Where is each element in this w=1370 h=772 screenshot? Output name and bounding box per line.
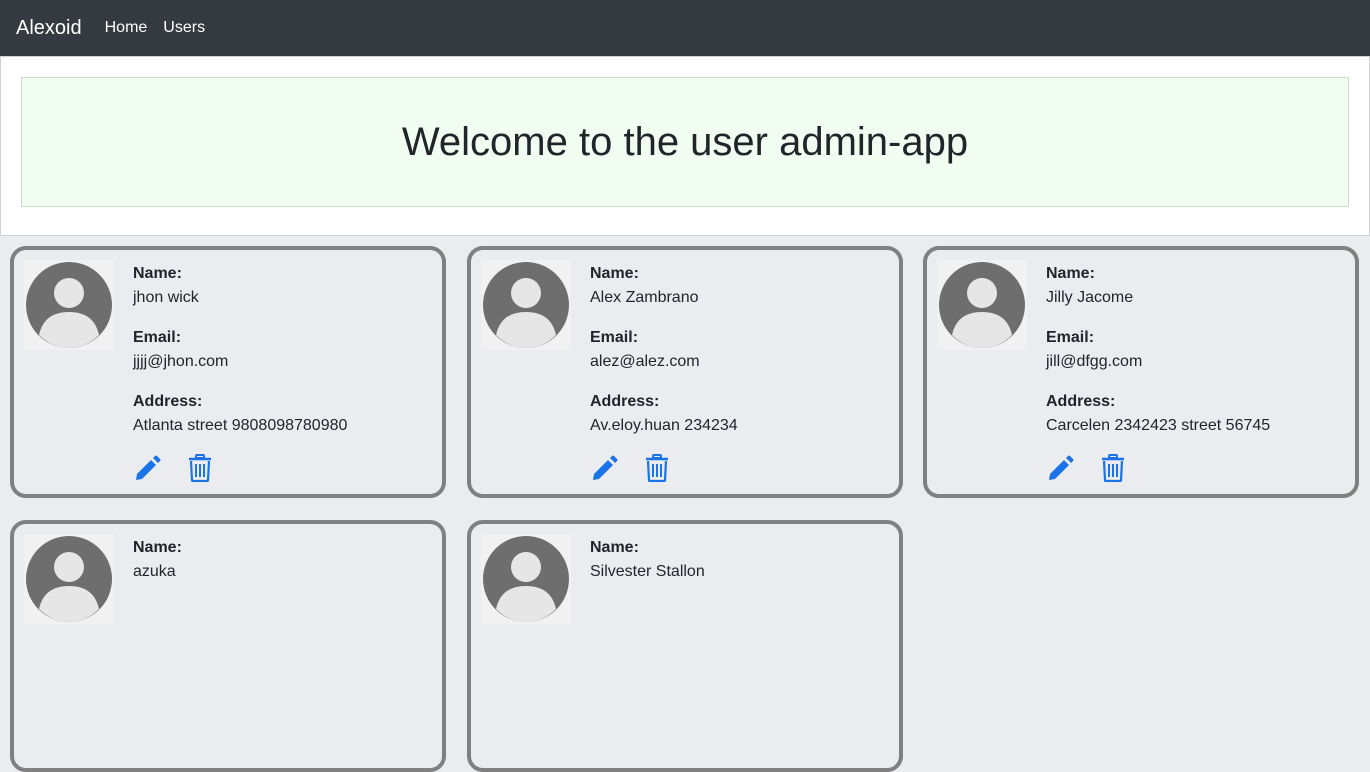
user-address: Atlanta street 9808098780980: [133, 417, 348, 434]
name-label: Name:: [133, 265, 182, 282]
page-title: Welcome to the user admin-app: [401, 119, 969, 164]
top-navbar: Alexoid Home Users: [0, 0, 1370, 56]
address-label: Address:: [1046, 393, 1116, 410]
trash-icon: [1102, 454, 1124, 482]
name-label: Name:: [1046, 265, 1095, 282]
user-name: Alex Zambrano: [590, 289, 699, 306]
pencil-icon: [1049, 455, 1074, 480]
address-label: Address:: [590, 393, 660, 410]
user-silhouette-icon: [24, 534, 114, 624]
pencil-icon: [593, 455, 618, 480]
pencil-icon: [136, 455, 161, 480]
user-silhouette-icon: [481, 534, 571, 624]
user-name: Jilly Jacome: [1046, 289, 1134, 306]
trash-icon: [189, 454, 211, 482]
nav-link-users[interactable]: Users: [163, 19, 205, 37]
user-name: jhon wick: [133, 289, 199, 306]
user-details: Name: Silvester Stallon: [590, 537, 890, 601]
edit-user-button[interactable]: [133, 453, 163, 483]
address-label: Address:: [133, 393, 203, 410]
email-label: Email:: [590, 329, 639, 346]
delete-user-button[interactable]: [642, 453, 672, 483]
user-card: Name: Jilly Jacome Email: jill@dfgg.com …: [923, 246, 1359, 498]
name-label: Name:: [590, 539, 639, 556]
name-label: Name:: [590, 265, 639, 282]
email-label: Email:: [1046, 329, 1095, 346]
user-details: Name: Alex Zambrano Email: alez@alez.com…: [590, 263, 890, 455]
user-card: Name: jhon wick Email: jjjj@jhon.com Add…: [10, 246, 446, 498]
user-card: Name: azuka: [10, 520, 446, 772]
trash-icon: [646, 454, 668, 482]
user-card: Name: Alex Zambrano Email: alez@alez.com…: [467, 246, 903, 498]
name-label: Name:: [133, 539, 182, 556]
hero-section: Welcome to the user admin-app: [0, 56, 1370, 236]
user-name: Silvester Stallon: [590, 563, 705, 580]
delete-user-button[interactable]: [185, 453, 215, 483]
user-details: Name: jhon wick Email: jjjj@jhon.com Add…: [133, 263, 433, 455]
card-actions: [590, 453, 694, 483]
user-address: Carcelen 2342423 street 56745: [1046, 417, 1271, 434]
user-email: alez@alez.com: [590, 353, 700, 370]
user-card: Name: Silvester Stallon: [467, 520, 903, 772]
user-silhouette-icon: [481, 260, 571, 350]
user-details: Name: azuka: [133, 537, 433, 601]
user-email: jill@dfgg.com: [1046, 353, 1143, 370]
welcome-banner: Welcome to the user admin-app: [21, 77, 1349, 207]
user-email: jjjj@jhon.com: [133, 353, 229, 370]
email-label: Email:: [133, 329, 182, 346]
user-address: Av.eloy.huan 234234: [590, 417, 738, 434]
user-details: Name: Jilly Jacome Email: jill@dfgg.com …: [1046, 263, 1346, 455]
nav-link-home[interactable]: Home: [105, 19, 148, 37]
card-actions: [133, 453, 237, 483]
brand-logo-link[interactable]: Alexoid: [16, 17, 82, 40]
user-silhouette-icon: [24, 260, 114, 350]
card-actions: [1046, 453, 1150, 483]
user-name: azuka: [133, 563, 176, 580]
edit-user-button[interactable]: [590, 453, 620, 483]
delete-user-button[interactable]: [1098, 453, 1128, 483]
user-silhouette-icon: [937, 260, 1027, 350]
edit-user-button[interactable]: [1046, 453, 1076, 483]
